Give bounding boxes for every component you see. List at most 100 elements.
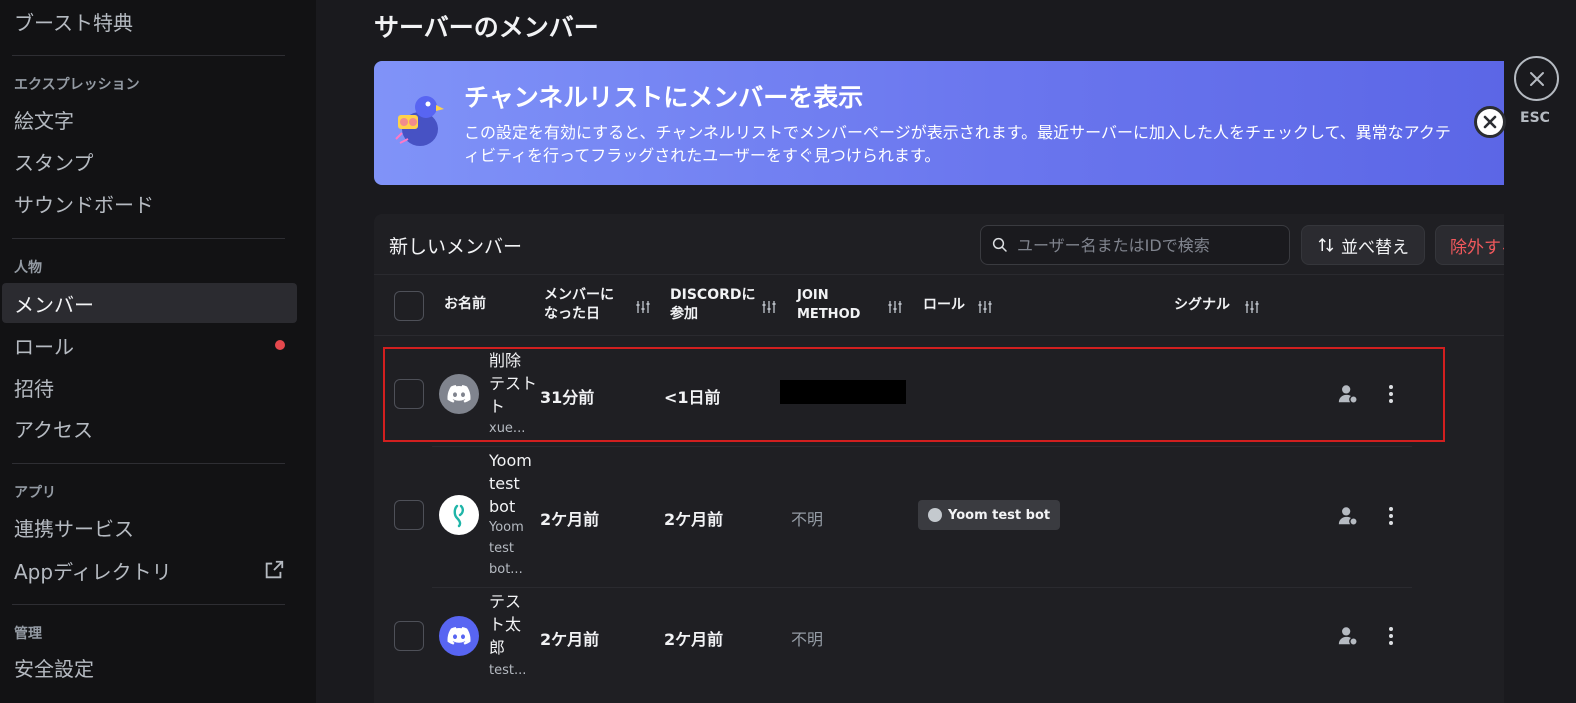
name-line: 削除 — [489, 351, 522, 370]
exclude-button[interactable]: 除外する — [1435, 225, 1504, 265]
member-since: 31分前 — [540, 388, 595, 407]
sort-button[interactable]: 並べ替え — [1301, 225, 1425, 265]
user-profile-icon[interactable] — [1337, 505, 1359, 527]
column-header-line: メンバーに — [544, 287, 614, 303]
settings-sidebar: ブースト特典 エクスプレッション 絵文字 スタンプ サウンドボード 人物 メンバ… — [0, 0, 316, 703]
name-line: test — [489, 474, 520, 493]
role-chip[interactable]: Yoom test bot — [918, 500, 1061, 530]
main-content: サーバーのメンバー チャンネルリストにメンバーを表示 この設定を有効にすると、チ… — [316, 0, 1504, 703]
new-members-panel: 新しいメンバー 並べ替え 除外する お名前 メンバーに なった日 — [374, 214, 1504, 703]
sidebar-item-label: ロール — [14, 334, 74, 359]
banner-dismiss-button[interactable] — [1474, 106, 1506, 138]
discord-joined: 2ケ月前 — [664, 510, 724, 529]
row-checkbox[interactable] — [394, 621, 424, 651]
user-profile-icon[interactable] — [1337, 625, 1359, 647]
sidebar-item-app-directory[interactable]: Appディレクトリ — [2, 550, 297, 590]
name-line: テス — [489, 592, 522, 611]
discord-logo-icon — [447, 385, 471, 403]
member-since: 2ケ月前 — [540, 510, 600, 529]
sidebar-item-label: アクセス — [14, 417, 93, 442]
join-method: 不明 — [791, 630, 824, 649]
sidebar-item-label: サウンドボード — [14, 192, 154, 217]
info-banner: チャンネルリストにメンバーを表示 この設定を有効にすると、チャンネルリストでメン… — [374, 61, 1504, 185]
sidebar-item-roles[interactable]: ロール — [2, 325, 297, 365]
sidebar-header-expressions: エクスプレッション — [14, 77, 140, 93]
name-line: Yoom — [489, 451, 532, 470]
sidebar-item-soundboard[interactable]: サウンドボード — [2, 183, 297, 223]
member-since: 2ケ月前 — [540, 630, 600, 649]
sidebar-item-safety-setup[interactable]: 安全設定 — [2, 647, 297, 687]
sidebar-divider — [12, 238, 285, 239]
close-icon — [1483, 115, 1497, 129]
sidebar-item-integrations[interactable]: 連携サービス — [2, 507, 297, 547]
sidebar-item-label: 招待 — [14, 376, 54, 401]
filter-icon[interactable] — [761, 299, 777, 315]
member-search[interactable] — [980, 225, 1290, 265]
username-line: Yoom — [489, 520, 524, 535]
avatar — [439, 616, 479, 656]
sidebar-item-invites[interactable]: 招待 — [2, 367, 297, 407]
avatar — [439, 495, 479, 535]
sidebar-item-members[interactable]: メンバー — [2, 283, 297, 323]
filter-icon[interactable] — [635, 299, 651, 315]
avatar — [439, 374, 479, 414]
name-line: テスト — [489, 374, 538, 393]
banner-description: この設定を有効にすると、チャンネルリストでメンバーページが表示されます。最近サー… — [464, 123, 1451, 165]
column-header-signals[interactable]: シグナル — [1174, 296, 1230, 315]
table-row[interactable]: Yoom test bot Yoom test bot... 2ケ月前 2ケ月前… — [374, 449, 1414, 585]
row-divider — [432, 446, 1412, 447]
close-settings-button[interactable] — [1514, 56, 1559, 101]
notification-dot — [275, 340, 285, 350]
row-checkbox[interactable] — [394, 379, 424, 409]
sidebar-item-label: ブースト特典 — [14, 10, 133, 35]
username-line: bot... — [489, 562, 523, 577]
column-header-line: 参加 — [670, 306, 698, 322]
more-options-icon[interactable] — [1381, 383, 1401, 405]
exclude-button-label: 除外する — [1450, 237, 1504, 258]
sidebar-item-label: 安全設定 — [14, 656, 94, 681]
search-input[interactable] — [1017, 235, 1277, 255]
sidebar-item-label: 絵文字 — [14, 108, 74, 133]
sidebar-item-boost-perks[interactable]: ブースト特典 — [2, 1, 297, 41]
table-row[interactable]: 削除 テスト ト xue... 31分前 <1日前 — [374, 346, 1414, 442]
member-username: test... — [489, 663, 527, 678]
redacted-join-method — [780, 380, 906, 404]
user-profile-icon[interactable] — [1337, 383, 1359, 405]
filter-icon[interactable] — [1244, 299, 1260, 315]
discord-joined: <1日前 — [664, 388, 721, 407]
member-display-name: テス ト太 郎 — [489, 590, 521, 659]
column-header-join-method[interactable]: JOIN METHOD — [797, 286, 860, 324]
row-checkbox[interactable] — [394, 500, 424, 530]
external-link-icon — [265, 560, 284, 579]
select-all-checkbox[interactable] — [394, 291, 424, 321]
column-header-roles[interactable]: ロール — [923, 296, 965, 315]
filter-icon[interactable] — [977, 299, 993, 315]
table-row[interactable]: テス ト太 郎 test... 2ケ月前 2ケ月前 不明 — [374, 590, 1414, 700]
column-header-line: JOIN — [797, 288, 829, 303]
member-display-name: Yoom test bot — [489, 449, 532, 518]
more-options-icon[interactable] — [1381, 625, 1401, 647]
sidebar-item-stickers[interactable]: スタンプ — [2, 141, 297, 181]
bird-mascot-icon — [395, 96, 444, 146]
column-header-name: お名前 — [444, 296, 486, 312]
column-header-discord-joined[interactable]: DISCORDに 参加 — [670, 286, 756, 324]
row-divider — [432, 587, 1412, 588]
sidebar-divider — [12, 55, 285, 56]
join-method: 不明 — [791, 510, 824, 529]
sidebar-item-access[interactable]: アクセス — [2, 408, 297, 448]
name-line: ト太 — [489, 615, 522, 634]
sidebar-item-label: 連携サービス — [14, 516, 134, 541]
more-options-icon[interactable] — [1381, 505, 1401, 527]
sidebar-item-label: スタンプ — [14, 150, 94, 175]
column-header-line: なった日 — [544, 306, 600, 322]
sort-button-label: 並べ替え — [1341, 237, 1409, 258]
name-line: ト — [489, 397, 506, 416]
name-line: bot — [489, 497, 516, 516]
yoom-logo-icon — [453, 504, 464, 528]
sidebar-item-emoji[interactable]: 絵文字 — [2, 99, 297, 139]
sidebar-item-label: メンバー — [14, 292, 94, 317]
esc-label: ESC — [1520, 110, 1550, 126]
filter-icon[interactable] — [887, 299, 903, 315]
column-header-member-since[interactable]: メンバーに なった日 — [544, 286, 614, 324]
member-display-name: 削除 テスト ト — [489, 349, 537, 418]
